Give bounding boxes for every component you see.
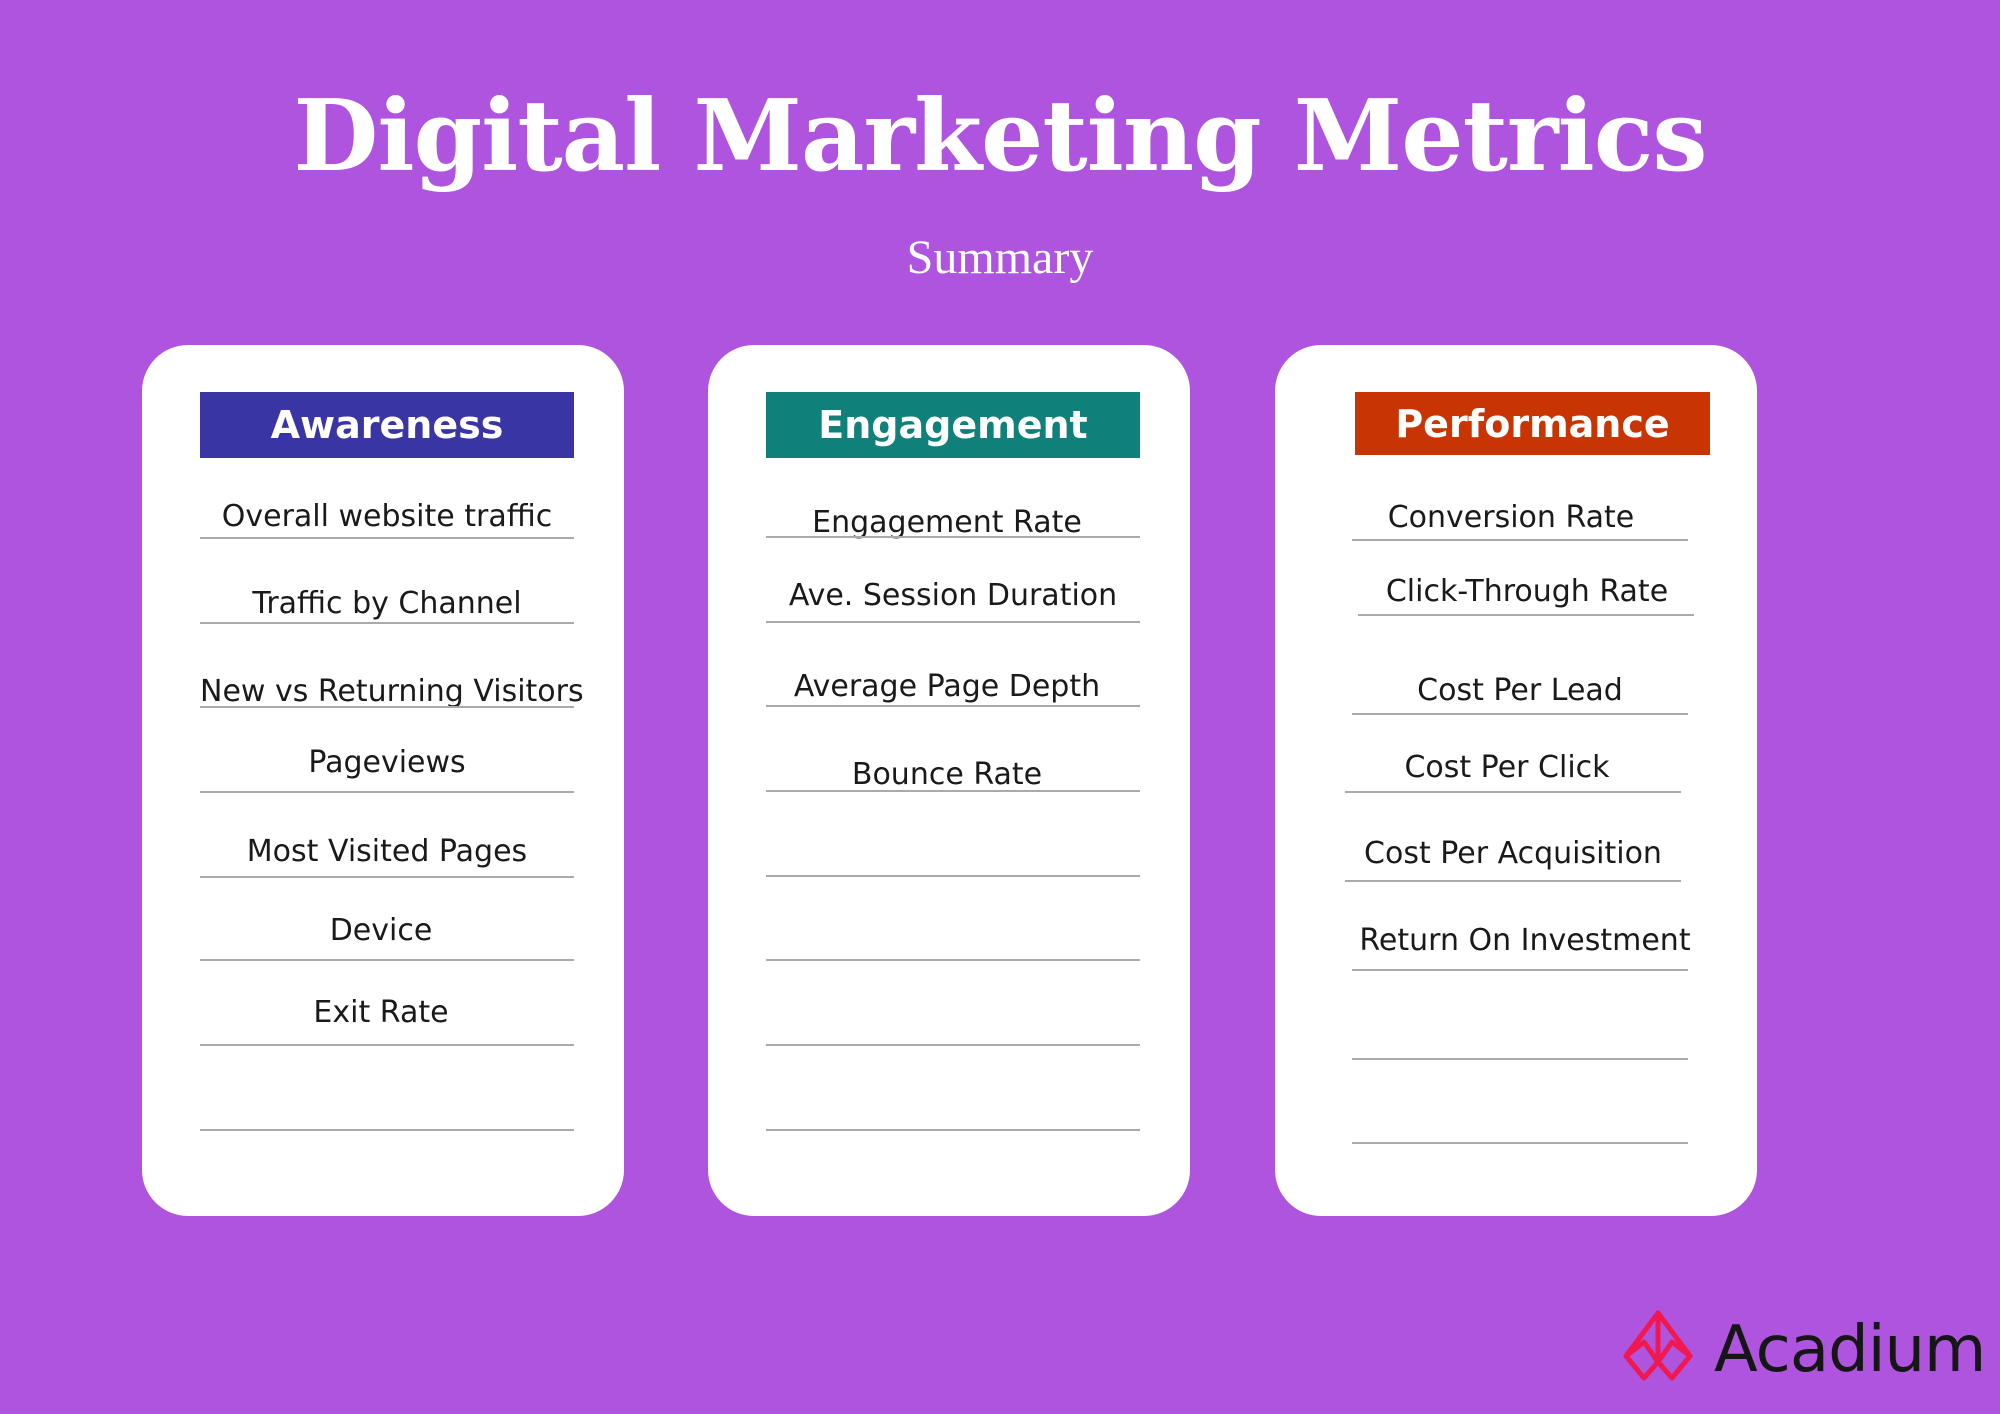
- row-divider: [200, 537, 574, 539]
- row-divider: [200, 959, 574, 961]
- metric-item: Overall website traffic: [221, 499, 553, 534]
- metric-item: Click-Through Rate: [1385, 574, 1669, 609]
- row-divider: [200, 1129, 574, 1131]
- metric-item: Conversion Rate: [1387, 500, 1635, 535]
- metric-item: Most Visited Pages: [246, 834, 528, 869]
- row-divider: [200, 706, 574, 708]
- metric-item: Bounce Rate: [851, 757, 1043, 792]
- metric-item: Traffic by Channel: [252, 586, 522, 621]
- engagement-card: Engagement Engagement Rate Ave. Session …: [708, 345, 1190, 1216]
- engagement-header: Engagement: [766, 392, 1140, 458]
- row-divider: [200, 1044, 574, 1046]
- metric-item: New vs Returning Visitors: [200, 674, 584, 709]
- metric-item: Ave. Session Duration: [788, 578, 1118, 613]
- row-divider: [1352, 539, 1688, 541]
- metric-item: Cost Per Click: [1404, 750, 1610, 785]
- page-subtitle: Summary: [906, 231, 1094, 284]
- brand-name: Acadium: [1714, 1313, 1986, 1387]
- row-divider: [1345, 791, 1681, 793]
- row-divider: [1352, 1142, 1688, 1144]
- acadium-logo-icon: [1620, 1310, 1696, 1391]
- metric-item: Pageviews: [308, 745, 466, 780]
- awareness-header: Awareness: [200, 392, 574, 458]
- metric-item: Exit Rate: [313, 995, 449, 1030]
- metric-item: Cost Per Lead: [1417, 673, 1623, 708]
- row-divider: [766, 1129, 1140, 1131]
- metric-item: Return On Investment: [1359, 923, 1691, 958]
- row-divider: [766, 875, 1140, 877]
- row-divider: [200, 622, 574, 624]
- row-divider: [766, 536, 1140, 538]
- metric-item: Device: [329, 913, 433, 948]
- performance-card: Performance Conversion Rate Click-Throug…: [1275, 345, 1757, 1216]
- row-divider: [766, 1044, 1140, 1046]
- row-divider: [766, 705, 1140, 707]
- row-divider: [1352, 1058, 1688, 1060]
- metric-item: Cost Per Acquisition: [1364, 836, 1662, 871]
- row-divider: [766, 621, 1140, 623]
- row-divider: [766, 790, 1140, 792]
- row-divider: [200, 791, 574, 793]
- metric-item: Engagement Rate: [812, 505, 1082, 540]
- performance-header: Performance: [1355, 392, 1710, 455]
- row-divider: [1352, 969, 1688, 971]
- row-divider: [1352, 713, 1688, 715]
- awareness-card: Awareness Overall website traffic Traffi…: [142, 345, 624, 1216]
- brand-logo: Acadium: [1620, 1310, 1986, 1391]
- row-divider: [1358, 614, 1694, 616]
- page-title: Digital Marketing Metrics: [293, 79, 1707, 194]
- row-divider: [766, 959, 1140, 961]
- row-divider: [200, 876, 574, 878]
- metric-item: Average Page Depth: [793, 669, 1101, 704]
- row-divider: [1345, 880, 1681, 882]
